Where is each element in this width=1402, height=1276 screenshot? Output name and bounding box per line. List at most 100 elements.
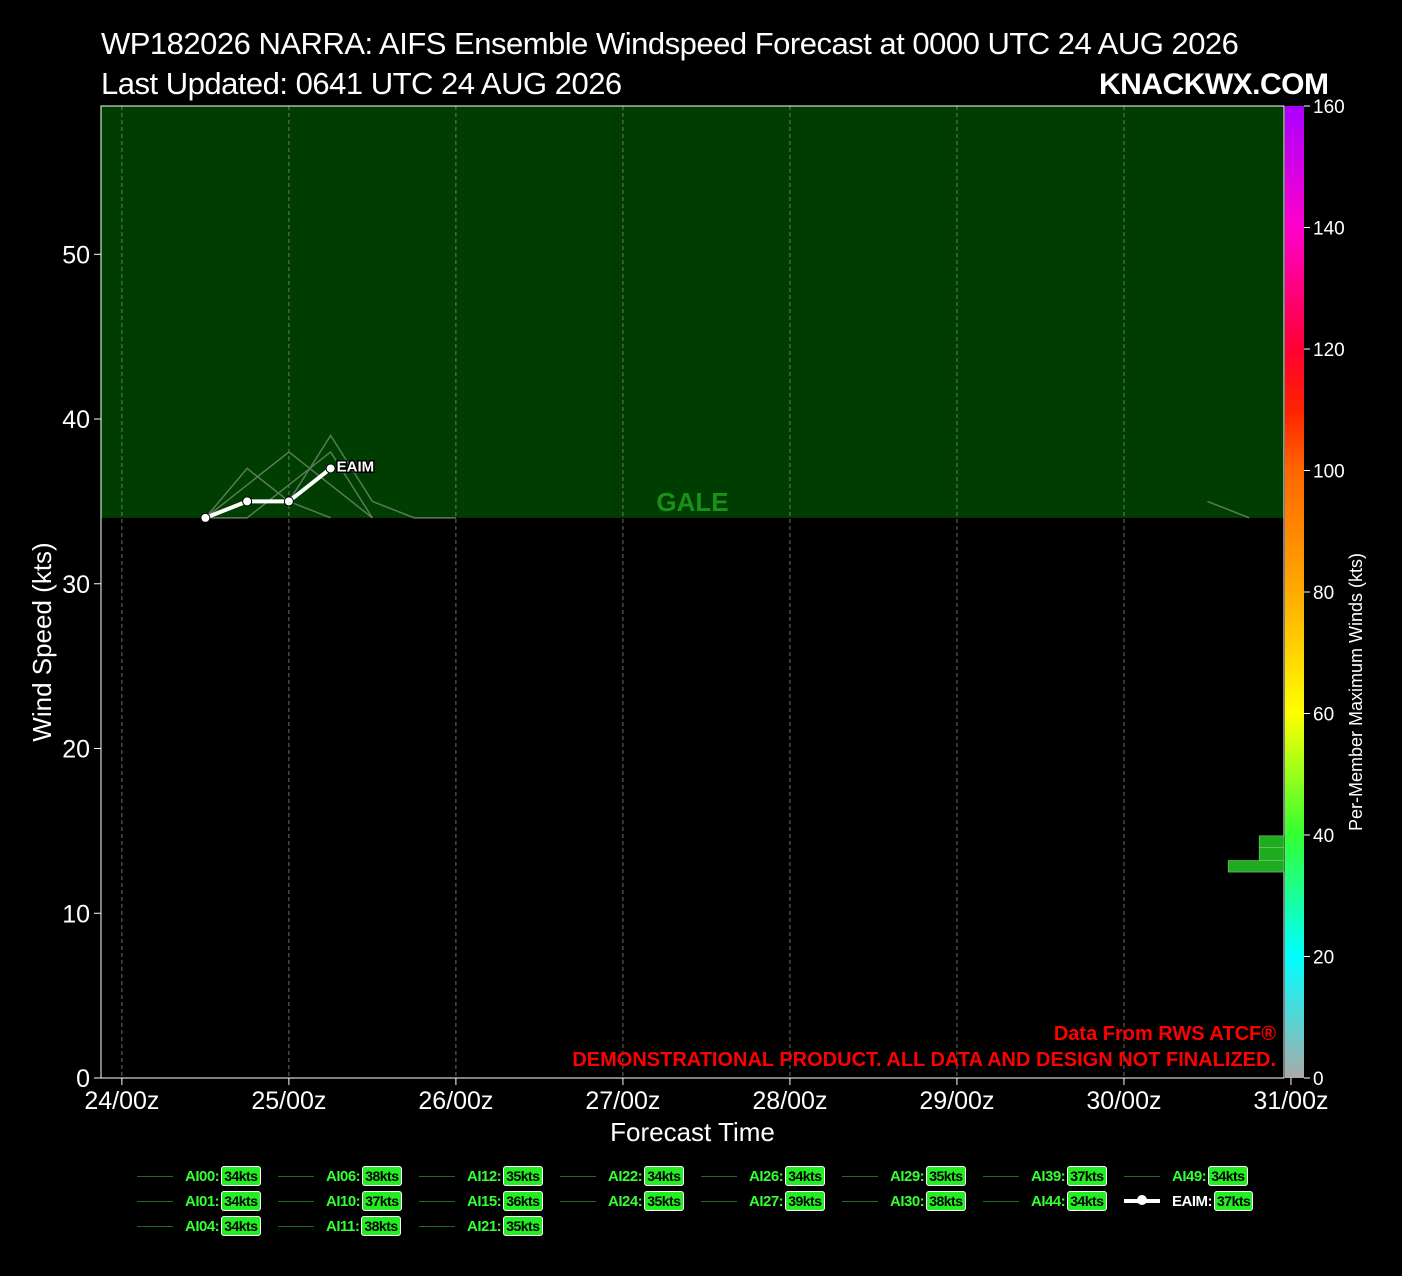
legend-member-name: AI26: [749, 1167, 784, 1185]
legend-entry: AI39: 37kts [983, 1165, 1107, 1187]
legend-member-name: EAIM: [1172, 1192, 1213, 1210]
legend-max-wind-badge: 37kts [1214, 1191, 1254, 1211]
legend-entry: AI44: 34kts [983, 1190, 1107, 1212]
gale-band [101, 106, 1284, 518]
legend-member-name: AI00: [185, 1167, 220, 1185]
data-source-note: Data From RWS ATCF® [1054, 1023, 1276, 1045]
legend-entry: EAIM: 37kts [1124, 1190, 1254, 1212]
x-tick-label: 28/00z [752, 1087, 827, 1115]
legend-entry: AI21: 35kts [419, 1215, 543, 1237]
eaim-point [283, 496, 294, 507]
legend-line-swatch [1124, 1195, 1160, 1205]
legend-entry: AI15: 36kts [419, 1190, 543, 1212]
colorbar-tick-label: 40 [1313, 826, 1334, 847]
colorbar-tick-label: 120 [1313, 340, 1345, 361]
legend-entry: AI04: 34kts [137, 1215, 261, 1237]
legend-entry: AI06: 38kts [278, 1165, 402, 1187]
legend-max-wind-badge: 38kts [926, 1191, 966, 1211]
legend-line-swatch [983, 1175, 1019, 1177]
legend-max-wind-badge: 37kts [362, 1191, 402, 1211]
legend-member-name: AI22: [608, 1167, 643, 1185]
legend-line-swatch [278, 1200, 314, 1202]
legend-member-name: AI44: [1031, 1192, 1066, 1210]
legend-entry: AI00: 34kts [137, 1165, 261, 1187]
legend-line-swatch [278, 1225, 314, 1227]
legend-line-swatch [419, 1175, 455, 1177]
colorbar-tick-label: 100 [1313, 462, 1345, 483]
eaim-point [325, 463, 336, 474]
x-axis-label: Forecast Time [610, 1117, 775, 1147]
colorbar-label: Per-Member Maximum Winds (kts) [1346, 553, 1366, 831]
y-tick-label: 20 [62, 736, 90, 764]
legend-line-swatch [701, 1200, 737, 1202]
legend-member-name: AI12: [467, 1167, 502, 1185]
legend-line-swatch [842, 1175, 878, 1177]
x-tick-label: 27/00z [585, 1087, 660, 1115]
legend-entry: AI11: 38kts [278, 1215, 401, 1237]
legend-entry: AI26: 34kts [701, 1165, 825, 1187]
legend-member-name: AI39: [1031, 1167, 1066, 1185]
legend-entry: AI10: 37kts [278, 1190, 402, 1212]
histogram-bar [1258, 847, 1285, 861]
legend-entry: AI12: 35kts [419, 1165, 543, 1187]
legend-max-wind-badge: 35kts [503, 1166, 543, 1186]
gale-band-label: GALE [656, 487, 728, 517]
legend-max-wind-badge: 35kts [926, 1166, 966, 1186]
legend-member-name: AI11: [326, 1217, 360, 1235]
demonstration-disclaimer: DEMONSTRATIONAL PRODUCT. ALL DATA AND DE… [572, 1049, 1276, 1071]
legend-max-wind-badge: 34kts [221, 1191, 261, 1211]
legend-member-name: AI10: [326, 1192, 361, 1210]
histogram-bar [1227, 860, 1285, 873]
legend-max-wind-badge: 38kts [361, 1216, 401, 1236]
legend-entry: AI30: 38kts [842, 1190, 966, 1212]
legend-member-name: AI29: [890, 1167, 925, 1185]
x-tick-label: 29/00z [919, 1087, 994, 1115]
legend-line-swatch [560, 1200, 596, 1202]
colorbar-tick-label: 60 [1313, 705, 1334, 726]
legend-entry: AI27: 39kts [701, 1190, 825, 1212]
x-tick-label: 26/00z [418, 1087, 493, 1115]
legend-line-swatch [701, 1175, 737, 1177]
legend-max-wind-badge: 34kts [1067, 1191, 1107, 1211]
legend-line-swatch [278, 1175, 314, 1177]
legend-member-name: AI04: [185, 1217, 220, 1235]
colorbar-tick-label: 0 [1313, 1069, 1324, 1090]
legend-line-swatch [137, 1175, 173, 1177]
colorbar-tick-label: 140 [1313, 219, 1345, 240]
y-axis-label: Wind Speed (kts) [27, 542, 57, 741]
legend-line-swatch [842, 1200, 878, 1202]
histogram-bar [1258, 835, 1285, 848]
legend-line-swatch [137, 1225, 173, 1227]
colorbar-tick-label: 80 [1313, 583, 1334, 604]
legend-member-name: AI27: [749, 1192, 784, 1210]
windspeed-chart: GALE 24/00z 25/00z 26/00z 27/00z 28/00z 29/00z… [27, 97, 1366, 1147]
y-tick-label: 10 [62, 900, 90, 928]
legend-line-swatch [419, 1200, 455, 1202]
legend-max-wind-badge: 34kts [785, 1166, 825, 1186]
legend-member-name: AI01: [185, 1192, 220, 1210]
legend-max-wind-badge: 37kts [1067, 1166, 1107, 1186]
eaim-point [242, 496, 253, 507]
legend-max-wind-badge: 34kts [221, 1166, 261, 1186]
legend-max-wind-badge: 34kts [644, 1166, 684, 1186]
legend-entry: AI29: 35kts [842, 1165, 966, 1187]
legend-max-wind-badge: 39kts [785, 1191, 825, 1211]
legend-max-wind-badge: 35kts [503, 1216, 543, 1236]
legend-max-wind-badge: 35kts [644, 1191, 684, 1211]
y-tick-label: 30 [62, 571, 90, 599]
legend-member-name: AI30: [890, 1192, 925, 1210]
colorbar [1285, 106, 1304, 1078]
legend-member-name: AI15: [467, 1192, 502, 1210]
x-tick-label: 31/00z [1253, 1087, 1328, 1115]
colorbar-tick-label: 20 [1313, 948, 1334, 969]
legend-line-swatch [560, 1175, 596, 1177]
y-tick-label: 0 [76, 1065, 90, 1093]
legend-max-wind-badge: 34kts [1208, 1166, 1248, 1186]
legend-line-swatch [419, 1225, 455, 1227]
legend-member-name: AI24: [608, 1192, 643, 1210]
legend-entry: AI22: 34kts [560, 1165, 684, 1187]
legend-entry: AI49: 34kts [1124, 1165, 1248, 1187]
legend-member-name: AI49: [1172, 1167, 1207, 1185]
colorbar-tick-label: 160 [1313, 97, 1345, 118]
legend-max-wind-badge: 36kts [503, 1191, 543, 1211]
